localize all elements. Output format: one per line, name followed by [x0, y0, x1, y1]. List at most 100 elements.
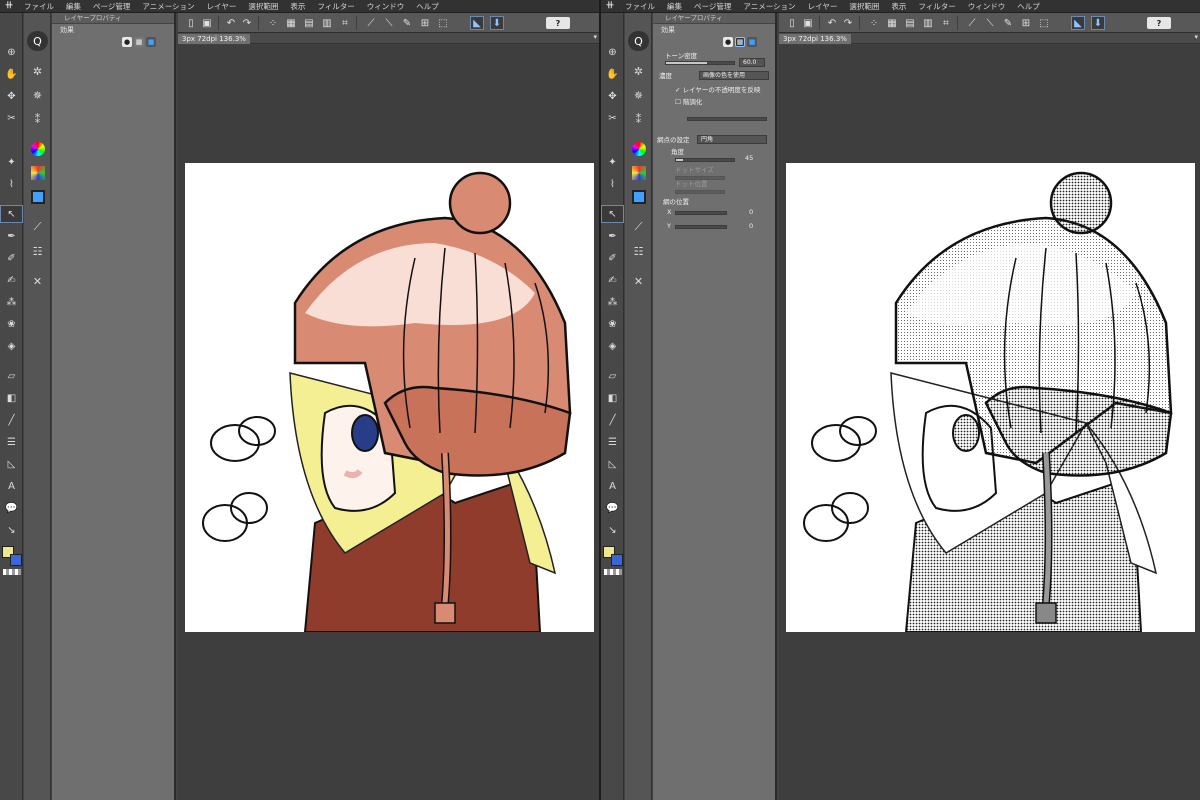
frame-icon-right[interactable]: ☰ — [601, 433, 624, 451]
snap-ruler-icon[interactable]: ⟋ — [364, 16, 378, 30]
help-button[interactable]: ? — [546, 17, 570, 29]
menu-view-right[interactable]: 表示 — [885, 1, 912, 12]
transparent-color-swatch-right[interactable] — [604, 569, 622, 575]
y-value[interactable]: 0 — [749, 221, 753, 231]
border-effect-icon[interactable]: ● — [122, 37, 132, 47]
snap-grid2-icon[interactable]: ⊞ — [418, 16, 432, 30]
app-logo-icon-right[interactable]: ꔠ — [601, 1, 619, 11]
angle-value[interactable]: 45 — [745, 153, 753, 163]
canvas-area-right[interactable] — [779, 45, 1200, 800]
new-file-icon[interactable]: ▯ — [184, 16, 198, 30]
balloon-icon-right[interactable]: 💬 — [601, 499, 624, 517]
scale-icon[interactable]: ▦ — [284, 16, 298, 30]
density-select[interactable]: 画像の色を使用 — [699, 71, 769, 80]
hand-icon-right[interactable]: ✋ — [601, 65, 624, 83]
crop-icon[interactable]: ⌗ — [338, 16, 352, 30]
menu-selection[interactable]: 選択範囲 — [242, 1, 284, 12]
snap-grid-icon[interactable]: ✎ — [400, 16, 414, 30]
open-file-icon[interactable]: ▣ — [200, 16, 214, 30]
dot-position-slider[interactable] — [675, 190, 725, 194]
dot-type-select[interactable]: 円角 — [697, 135, 767, 144]
layer-color-icon-right[interactable]: ■ — [747, 37, 757, 47]
document-tab-right[interactable]: 3px 72dpi 136.3% — [779, 34, 851, 44]
transform-icon-right[interactable]: ⁘ — [867, 16, 881, 30]
balloon-icon[interactable]: 💬 — [0, 499, 23, 517]
menu-window[interactable]: ウィンドウ — [361, 1, 411, 12]
fit-icon-right[interactable]: ▥ — [921, 16, 935, 30]
object-icon-right[interactable]: ✂ — [601, 109, 624, 127]
posterize-slider[interactable] — [687, 117, 767, 121]
layer-color-icon[interactable]: ■ — [146, 37, 156, 47]
zoom-icon[interactable]: ⊕ — [0, 43, 23, 61]
magic-wand-icon[interactable]: ✲ — [27, 61, 48, 81]
navigator-icon-right[interactable]: Q — [628, 31, 649, 51]
menu-page-right[interactable]: ページ管理 — [688, 1, 737, 12]
frame-icon[interactable]: ☰ — [0, 433, 23, 451]
artwork-canvas-tone[interactable] — [786, 163, 1195, 632]
tone-effect-icon-right[interactable]: ▦ — [735, 37, 745, 47]
material-icon[interactable]: ☷ — [27, 241, 48, 261]
snap-ruler-icon-right[interactable]: ⟋ — [965, 16, 979, 30]
sparkle-icon-right[interactable]: ✵ — [628, 85, 649, 105]
tone-density-field[interactable]: 60.0 — [739, 58, 765, 67]
decoration-icon[interactable]: ❀ — [0, 315, 23, 333]
zoom-icon-right[interactable]: ⊕ — [601, 43, 624, 61]
history-icon[interactable]: ✕ — [27, 271, 48, 291]
hand-icon[interactable]: ✋ — [0, 65, 23, 83]
airbrush-icon-right[interactable]: ⁂ — [601, 293, 624, 311]
posterize-checkbox[interactable]: ☐ 階調化 — [675, 97, 702, 107]
transform-icon[interactable]: ⁘ — [266, 16, 280, 30]
menu-view[interactable]: 表示 — [284, 1, 311, 12]
snap-special-icon[interactable]: ⟍ — [382, 16, 396, 30]
redo-icon[interactable]: ↷ — [240, 16, 254, 30]
snap-grid-icon-right[interactable]: ✎ — [1001, 16, 1015, 30]
menu-layer-right[interactable]: レイヤー — [802, 1, 844, 12]
snap-active-icon-right[interactable]: ◣ — [1071, 16, 1085, 30]
color-set-icon-right[interactable] — [628, 163, 649, 183]
lasso-icon[interactable]: ⌇ — [0, 175, 23, 193]
gradient-icon[interactable]: ◧ — [0, 389, 23, 407]
tab-dropdown-icon-right[interactable]: ▾ — [1194, 33, 1198, 41]
eraser-icon-right[interactable]: ▱ — [601, 367, 624, 385]
snap-special-active-icon[interactable]: ⬇ — [490, 16, 504, 30]
airbrush-icon[interactable]: ⁂ — [0, 293, 23, 311]
undo-icon-right[interactable]: ↶ — [825, 16, 839, 30]
move-icon[interactable]: ✥ — [0, 87, 23, 105]
menu-animation-right[interactable]: アニメーション — [737, 1, 801, 12]
crop-icon-right[interactable]: ⌗ — [939, 16, 953, 30]
document-tab[interactable]: 3px 72dpi 136.3% — [178, 34, 250, 44]
menu-selection-right[interactable]: 選択範囲 — [843, 1, 885, 12]
gradient-icon-right[interactable]: ◧ — [601, 389, 624, 407]
decoration-icon-right[interactable]: ❀ — [601, 315, 624, 333]
ruler-icon-right[interactable]: ◺ — [601, 455, 624, 473]
transparent-color-swatch[interactable] — [3, 569, 21, 575]
color-wheel-icon[interactable] — [27, 139, 48, 159]
background-color-swatch-right[interactable] — [611, 554, 623, 566]
line-icon[interactable]: ╱ — [0, 411, 23, 429]
undo-icon[interactable]: ↶ — [224, 16, 238, 30]
snap-active-icon[interactable]: ◣ — [470, 16, 484, 30]
lasso-icon-right[interactable]: ⌇ — [601, 175, 624, 193]
blend-icon-right[interactable]: ◈ — [601, 337, 624, 355]
snap-ruler2-icon-right[interactable]: ⬚ — [1037, 16, 1051, 30]
menu-edit[interactable]: 編集 — [60, 1, 87, 12]
app-logo-icon[interactable]: ꔠ — [0, 1, 18, 11]
eyedropper-icon[interactable]: ✦ — [0, 153, 23, 171]
snap-special-icon-right[interactable]: ⟍ — [983, 16, 997, 30]
canvas-area[interactable] — [178, 45, 600, 800]
menu-filter[interactable]: フィルター — [311, 1, 360, 12]
snap-grid2-icon-right[interactable]: ⊞ — [1019, 16, 1033, 30]
use-layer-opacity-checkbox[interactable]: ✓ レイヤーの不透明度を反映 — [675, 85, 760, 95]
x-slider[interactable] — [675, 211, 727, 215]
menu-layer[interactable]: レイヤー — [201, 1, 243, 12]
pencil-icon-right[interactable]: ✐ — [601, 249, 624, 267]
border-effect-icon-right[interactable]: ● — [723, 37, 733, 47]
tab-dropdown-icon[interactable]: ▾ — [593, 33, 597, 41]
menu-file-right[interactable]: ファイル — [619, 1, 661, 12]
angle-slider[interactable] — [675, 158, 735, 162]
fit-icon[interactable]: ▥ — [320, 16, 334, 30]
menu-filter-right[interactable]: フィルター — [912, 1, 961, 12]
stars-icon[interactable]: ⁑ — [27, 109, 48, 129]
text-icon-right[interactable]: A — [601, 477, 624, 495]
move-icon-right[interactable]: ✥ — [601, 87, 624, 105]
